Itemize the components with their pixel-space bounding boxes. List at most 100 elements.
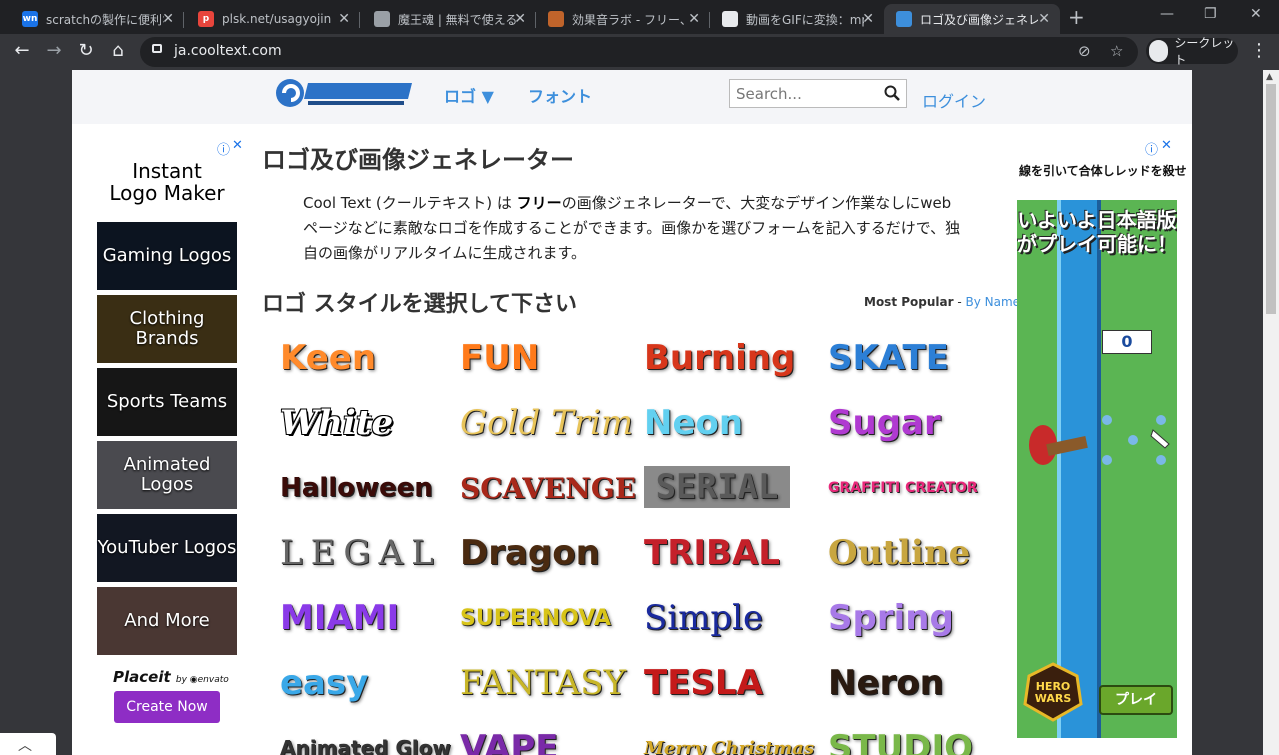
play-button[interactable]: プレイ: [1099, 685, 1173, 715]
tab-favicon-icon: [548, 11, 564, 27]
ad-info-icon[interactable]: ⓘ: [217, 139, 230, 158]
logo-style-link[interactable]: TRIBAL: [644, 525, 814, 581]
incognito-label: シークレット: [1174, 36, 1235, 67]
search-input[interactable]: Search...: [729, 79, 907, 108]
logo-style-link[interactable]: Dragon: [460, 525, 630, 581]
ad-info-icon[interactable]: ⓘ: [1145, 139, 1158, 158]
browser-tab[interactable]: 魔王魂 | 無料で使える ✕: [362, 4, 536, 34]
logo-style-link[interactable]: Outline: [828, 525, 998, 581]
address-bar[interactable]: ja.cooltext.com ⊘ ☆: [140, 37, 1138, 67]
logo-style-link[interactable]: MIAMI: [280, 590, 450, 646]
logo-style-link[interactable]: Spring: [828, 590, 998, 646]
ad-tile[interactable]: And More: [97, 587, 237, 655]
collapse-tab[interactable]: ︿: [0, 733, 56, 755]
ad-tile[interactable]: YouTuber Logos: [97, 514, 237, 582]
incognito-indicator[interactable]: シークレット: [1146, 36, 1238, 67]
logo-style-link[interactable]: White: [280, 395, 450, 451]
ad-tile[interactable]: Animated Logos: [97, 441, 237, 509]
nav-font[interactable]: フォント: [528, 83, 592, 107]
section-title: ロゴ スタイルを選択して下さい: [262, 292, 578, 317]
kebab-menu-icon[interactable]: ⋮: [1250, 40, 1268, 61]
tab-close-icon[interactable]: ✕: [162, 11, 174, 27]
logo-style-link[interactable]: Sugar: [828, 395, 998, 451]
logo-style-link[interactable]: LEGAL: [280, 525, 450, 581]
sort-most-popular[interactable]: Most Popular: [864, 295, 954, 309]
nav-logo-dropdown[interactable]: ロゴ ▼: [444, 83, 494, 107]
chevron-up-icon[interactable]: ︿: [18, 735, 32, 755]
tab-favicon-icon: [722, 11, 738, 27]
logo-style-link[interactable]: STUDIO: [828, 720, 998, 755]
ad-tile[interactable]: Sports Teams: [97, 368, 237, 436]
game-ad-banner[interactable]: いよいよ日本語版 がプレイ可能に！ 0 HERO WARS プレイ: [1017, 200, 1177, 738]
logo-style-link[interactable]: Simple: [644, 590, 814, 646]
logo-style-link[interactable]: SERIAL: [644, 466, 790, 508]
login-link[interactable]: ログイン: [922, 88, 986, 112]
logo-style-link[interactable]: GRAFFITI CREATOR: [828, 460, 998, 516]
ad-close-icon[interactable]: ✕: [232, 138, 243, 153]
logo-style-link[interactable]: Neron: [828, 655, 998, 711]
logo-style-link[interactable]: Gold Trim: [460, 395, 633, 451]
tab-favicon-icon: wn: [22, 11, 38, 27]
tab-close-icon[interactable]: ✕: [514, 11, 526, 27]
reload-icon[interactable]: ↻: [74, 40, 98, 61]
logo-style-link[interactable]: easy: [280, 655, 450, 711]
sort-bar: Most Popular - By Name: [864, 295, 1020, 309]
right-ad[interactable]: ⓘ ✕ 線を引いて合体しレッドを殺せ いよいよ日本語版 がプレイ可能に！ 0 H…: [1017, 138, 1187, 748]
placeit-logo: Placeit by ◉envato: [113, 668, 229, 686]
page-viewport: ロゴ ▼ フォント Search... ログイン ⓘ ✕ Instant Log…: [0, 70, 1263, 755]
tab-close-icon[interactable]: ✕: [1038, 11, 1050, 27]
intro-before: Cool Text (クールテキスト) は: [303, 194, 517, 212]
minimize-icon[interactable]: —: [1160, 6, 1174, 22]
scroll-up-icon[interactable]: ▲: [1266, 72, 1273, 82]
cooltext-page: ロゴ ▼ フォント Search... ログイン ⓘ ✕ Instant Log…: [72, 70, 1192, 755]
ad-tile[interactable]: Gaming Logos: [97, 222, 237, 290]
logo-style-link[interactable]: VAPE: [460, 720, 630, 755]
logo-style-link[interactable]: Burning: [644, 330, 814, 386]
ad-tile[interactable]: Clothing Brands: [97, 295, 237, 363]
vertical-scrollbar[interactable]: ▲: [1263, 70, 1279, 755]
tab-close-icon[interactable]: ✕: [688, 11, 700, 27]
logo-style-link[interactable]: TESLA: [644, 655, 814, 711]
tab-separator: [183, 12, 184, 28]
browser-tab[interactable]: 効果音ラボ - フリー、商✕: [536, 4, 710, 34]
logo-style-link[interactable]: Keen: [280, 330, 450, 386]
browser-tab[interactable]: 動画をGIFに変換：mp ✕: [710, 4, 884, 34]
ad-close-icon[interactable]: ✕: [1161, 138, 1172, 153]
restore-icon[interactable]: ❐: [1204, 6, 1217, 22]
browser-tab[interactable]: ロゴ及び画像ジェネレー✕: [884, 4, 1060, 34]
url-text[interactable]: ja.cooltext.com: [174, 43, 282, 59]
left-ad[interactable]: ⓘ ✕ Instant Logo Maker Gaming Logos Cloth…: [97, 138, 243, 755]
logo-style-link[interactable]: SUPERNOVA: [460, 590, 630, 646]
tab-close-icon[interactable]: ✕: [862, 11, 874, 27]
forward-icon[interactable]: →: [42, 40, 66, 61]
logo-style-link[interactable]: Neon: [644, 395, 814, 451]
browser-tab[interactable]: p plsk.net/usagyojin ✕: [186, 4, 360, 34]
sort-by-name-link[interactable]: By Name: [966, 295, 1021, 309]
star-icon[interactable]: ☆: [1110, 42, 1123, 60]
logo-style-link[interactable]: Halloween: [280, 460, 450, 516]
logo-style-link[interactable]: SCAVENGE: [460, 460, 636, 516]
new-tab-button[interactable]: +: [1068, 5, 1085, 29]
site-header: ロゴ ▼ フォント Search... ログイン: [72, 70, 1192, 124]
browser-tab[interactable]: wn scratchの製作に便利な ✕: [10, 4, 184, 34]
search-icon[interactable]: [884, 85, 900, 101]
eye-off-icon[interactable]: ⊘: [1078, 42, 1091, 60]
tab-separator: [359, 12, 360, 28]
create-now-button[interactable]: Create Now: [114, 691, 220, 723]
hero-wars-line2: WARS: [1035, 692, 1072, 705]
logo-style-link[interactable]: FUN: [460, 330, 630, 386]
logo-style-link[interactable]: Merry Christmas: [644, 720, 814, 755]
logo-style-link[interactable]: SKATE: [828, 330, 998, 386]
logo-style-link[interactable]: Animated Glow: [280, 720, 451, 755]
home-icon[interactable]: ⌂: [106, 40, 130, 61]
logo-style-link[interactable]: FANTASY: [460, 655, 630, 711]
tab-title: 魔王魂 | 無料で使える: [398, 12, 516, 27]
close-window-icon[interactable]: ✕: [1250, 6, 1262, 22]
tab-favicon-icon: p: [198, 11, 214, 27]
scroll-thumb[interactable]: [1266, 84, 1276, 314]
placeit-text: Placeit: [113, 668, 171, 686]
tab-title: scratchの製作に便利な: [46, 12, 164, 27]
back-icon[interactable]: ←: [10, 40, 34, 61]
cooltext-logo[interactable]: [274, 77, 414, 109]
tab-close-icon[interactable]: ✕: [338, 11, 350, 27]
